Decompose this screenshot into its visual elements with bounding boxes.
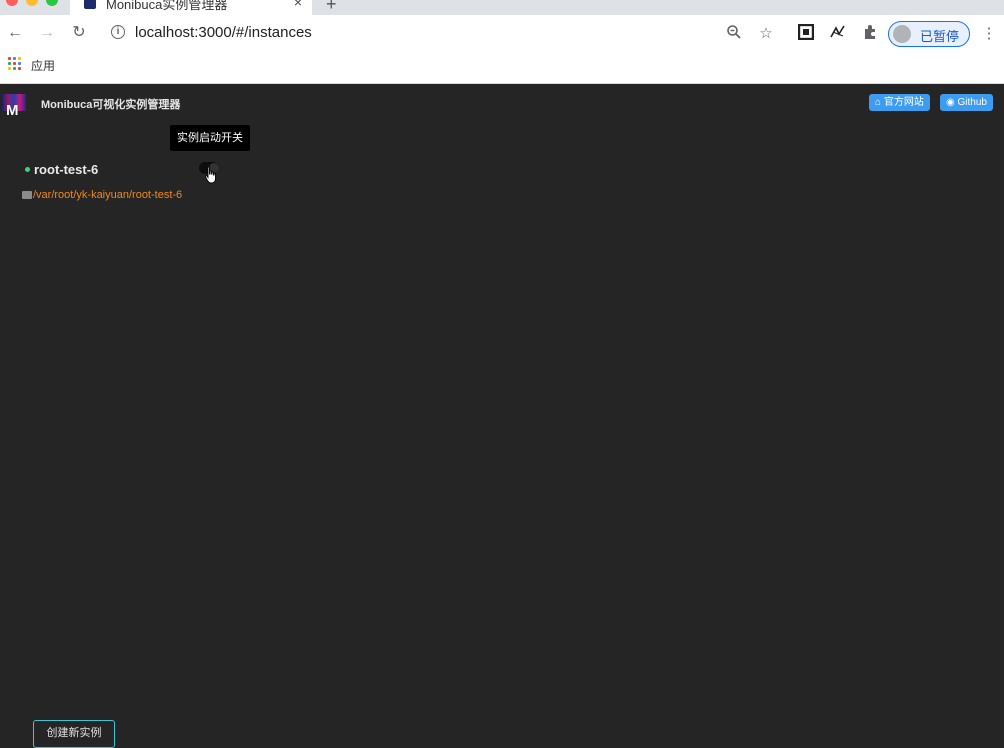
forward-arrow-icon[interactable]: → — [37, 23, 57, 43]
bookmarks-bar: 应用 — [0, 52, 1004, 84]
official-website-button[interactable]: ⌂ 官方网站 — [869, 94, 930, 111]
profile-button[interactable]: 已暂停 — [888, 21, 970, 47]
back-arrow-icon[interactable]: ← — [5, 23, 25, 43]
avatar — [893, 25, 911, 43]
extensions-puzzle-icon[interactable] — [860, 24, 880, 44]
app-title: Monibuca可视化实例管理器 — [41, 99, 181, 111]
github-label: Github — [957, 97, 987, 108]
zoom-window-button[interactable] — [46, 0, 58, 6]
hand-cursor-icon — [204, 166, 216, 184]
bookmark-star-icon[interactable]: ☆ — [756, 24, 776, 44]
instance-path[interactable]: /var/root/yk-kaiyuan/root-test-6 — [33, 189, 182, 201]
reload-icon[interactable]: ↻ — [69, 23, 89, 43]
tab-close-icon[interactable]: × — [294, 0, 302, 10]
logo-text: M — [6, 102, 18, 119]
app-container: M Monibuca可视化实例管理器 ⌂ 官方网站 ◉ Github 实例启动开… — [0, 84, 1004, 748]
address-bar[interactable]: localhost:3000/#/instances — [135, 24, 312, 41]
official-website-label: 官方网站 — [883, 97, 924, 108]
github-button[interactable]: ◉ Github — [940, 94, 993, 111]
folder-icon — [22, 191, 32, 199]
site-info-icon[interactable]: i — [111, 25, 125, 39]
qr-extension-icon[interactable] — [796, 23, 816, 44]
github-icon: ◉ — [946, 97, 955, 108]
close-window-button[interactable] — [6, 0, 18, 6]
profile-label: 已暂停 — [920, 29, 960, 44]
scribble-extension-icon[interactable] — [828, 24, 848, 44]
new-tab-button[interactable]: + — [326, 0, 337, 15]
home-icon: ⌂ — [875, 97, 882, 108]
tab-title: Monibuca实例管理器 — [106, 0, 228, 12]
browser-toolbar: ← → ↻ i localhost:3000/#/instances ☆ 已暂停… — [0, 15, 1004, 52]
create-instance-button[interactable]: 创建新实例 — [33, 720, 115, 748]
more-menu-icon[interactable]: ⋮ — [979, 24, 999, 44]
browser-tab[interactable]: Monibuca实例管理器 × — [70, 0, 312, 15]
zoom-icon[interactable] — [724, 24, 744, 44]
app-logo: M — [2, 94, 26, 119]
status-dot-icon — [25, 167, 30, 172]
switch-tooltip: 实例启动开关 — [170, 125, 250, 151]
minimize-window-button[interactable] — [26, 0, 38, 6]
instance-name[interactable]: root-test-6 — [34, 162, 98, 177]
tab-favicon-icon — [84, 0, 96, 9]
browser-tabstrip: Monibuca实例管理器 × + — [0, 0, 1004, 15]
apps-bookmark-label[interactable]: 应用 — [31, 57, 55, 74]
apps-grid-icon[interactable] — [8, 57, 21, 70]
